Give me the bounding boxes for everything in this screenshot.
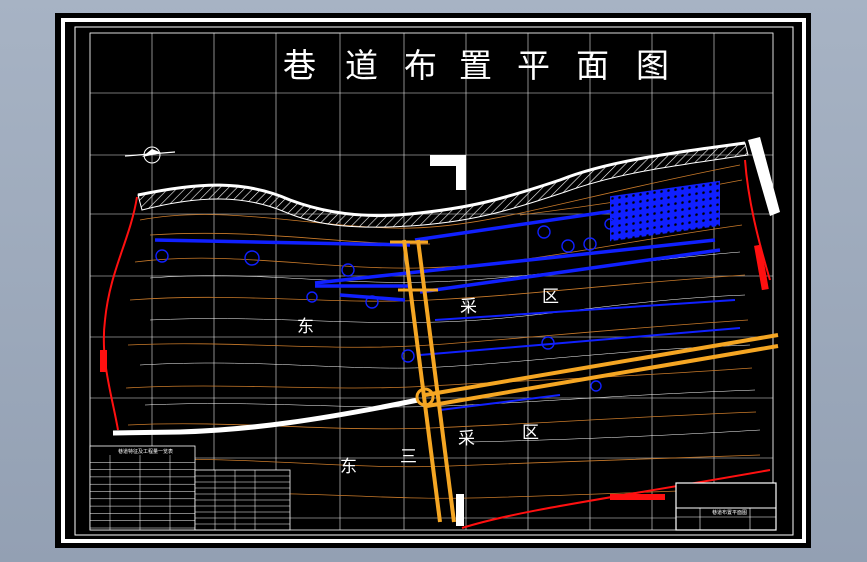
title-char: 道 — [345, 46, 378, 85]
surface-road — [112, 397, 419, 436]
zone-char: 采 — [458, 429, 475, 449]
zone-char: 三 — [400, 447, 417, 467]
zone-lower-label: 东 三 采 区 — [340, 423, 539, 477]
title-char: 图 — [636, 46, 669, 85]
goaf-area — [610, 180, 720, 242]
title-block-name: 巷道布置平面图 — [712, 509, 747, 516]
title-char: 置 — [459, 46, 492, 85]
zone-char: 采 — [460, 297, 477, 317]
legend-table: 巷道特征及工程量一览表 — [89, 445, 291, 531]
title-char: 面 — [576, 46, 609, 85]
boundary-label — [100, 350, 107, 372]
drawing-title: 巷 道 布 置 平 面 图 — [283, 46, 669, 85]
corner-marker — [430, 155, 466, 190]
boundary-label — [610, 494, 665, 500]
strata-lines — [139, 251, 761, 443]
zone-char: 东 — [340, 457, 357, 477]
title-char: 布 — [404, 46, 437, 85]
legend-table-title: 巷道特征及工程量一览表 — [118, 448, 173, 455]
shaft-marker — [456, 494, 464, 526]
cad-drawing: 巷 道 布 置 平 面 图 东 采 区 东 三 采 区 巷道特征及工程量一览表 … — [61, 18, 806, 543]
title-block: 巷道布置平面图 — [675, 482, 777, 531]
title-char: 巷 — [283, 46, 316, 85]
zone-char: 区 — [542, 287, 559, 307]
zone-char: 东 — [297, 317, 314, 337]
zone-char: 区 — [522, 423, 539, 443]
title-char: 平 — [517, 46, 550, 85]
